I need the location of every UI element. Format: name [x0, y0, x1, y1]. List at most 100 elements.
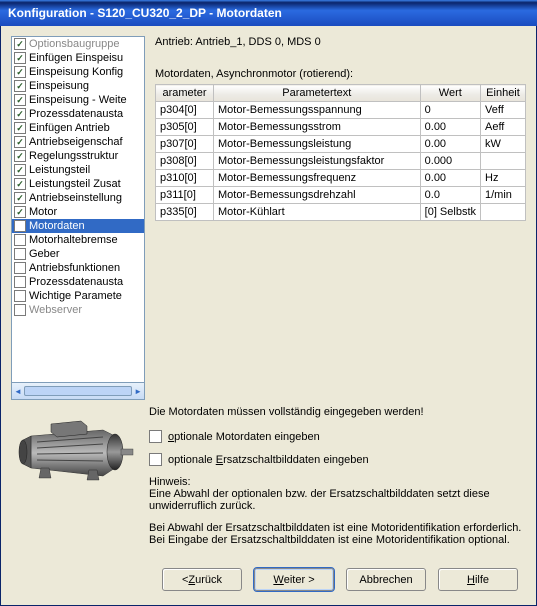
tree-item[interactable]: Regelungsstruktur — [12, 149, 144, 163]
tree-checkbox[interactable] — [14, 52, 26, 64]
optional-ersatz-checkbox[interactable] — [149, 453, 162, 466]
tree-checkbox[interactable] — [14, 234, 26, 246]
optional-motordaten-checkbox[interactable] — [149, 430, 162, 443]
config-steps-tree[interactable]: OptionsbaugruppeEinfügen EinspeisuEinspe… — [11, 36, 145, 383]
tree-checkbox[interactable] — [14, 248, 26, 260]
tree-item[interactable]: Motor — [12, 205, 144, 219]
tree-checkbox[interactable] — [14, 66, 26, 78]
hint-heading: Hinweis: — [149, 476, 526, 488]
cell-wert[interactable]: 0.000 — [420, 153, 480, 170]
config-steps-panel: OptionsbaugruppeEinfügen EinspeisuEinspe… — [11, 36, 145, 400]
tree-checkbox[interactable] — [14, 38, 26, 50]
tree-item[interactable]: Webserver — [12, 303, 144, 317]
tree-checkbox[interactable] — [14, 122, 26, 134]
tree-checkbox[interactable] — [14, 80, 26, 92]
help-button[interactable]: Hilfe — [438, 568, 518, 591]
table-row[interactable]: p310[0]Motor-Bemessungsfrequenz0.00Hz — [156, 170, 526, 187]
scroll-left-icon[interactable]: ◄ — [14, 387, 22, 396]
tree-checkbox[interactable] — [14, 206, 26, 218]
cell-wert[interactable]: 0.00 — [420, 170, 480, 187]
cell-wert[interactable]: 0.0 — [420, 187, 480, 204]
cell-einheit: kW — [481, 136, 526, 153]
cell-parametertext[interactable]: Motor-Bemessungsstrom — [214, 119, 421, 136]
table-row[interactable]: p335[0]Motor-Kühlart[0] Selbstk — [156, 204, 526, 221]
cell-parametertext[interactable]: Motor-Bemessungsfrequenz — [214, 170, 421, 187]
tree-checkbox[interactable] — [14, 94, 26, 106]
tree-item-label: Prozessdatenausta — [29, 276, 123, 288]
tree-item[interactable]: Einfügen Einspeisu — [12, 51, 144, 65]
cell-parametertext[interactable]: Motor-Bemessungsleistung — [214, 136, 421, 153]
tree-item-label: Einfügen Antrieb — [29, 122, 110, 134]
table-row[interactable]: p311[0]Motor-Bemessungsdrehzahl0.01/min — [156, 187, 526, 204]
tree-item[interactable]: Einfügen Antrieb — [12, 121, 144, 135]
tree-checkbox[interactable] — [14, 262, 26, 274]
tree-item[interactable]: Optionsbaugruppe — [12, 37, 144, 51]
optional-ersatz-row[interactable]: optionale Ersatzschaltbilddaten eingeben — [149, 453, 526, 466]
tree-item[interactable]: Antriebseigenschaf — [12, 135, 144, 149]
hint-panel: Die Motordaten müssen vollständig eingeg… — [149, 406, 526, 556]
client-area: OptionsbaugruppeEinfügen EinspeisuEinspe… — [0, 26, 537, 606]
col-header-einheit[interactable]: Einheit — [481, 85, 526, 102]
tree-item[interactable]: Wichtige Paramete — [12, 289, 144, 303]
cell-parametertext[interactable]: Motor-Bemessungsdrehzahl — [214, 187, 421, 204]
optional-motordaten-row[interactable]: optionale Motordaten eingeben — [149, 430, 526, 443]
col-header-wert[interactable]: Wert — [420, 85, 480, 102]
table-row[interactable]: p304[0]Motor-Bemessungsspannung0Veff — [156, 102, 526, 119]
next-button[interactable]: Weiter > — [254, 568, 334, 591]
cell-parameter[interactable]: p307[0] — [156, 136, 214, 153]
tree-checkbox[interactable] — [14, 304, 26, 316]
tree-item[interactable]: Prozessdatenausta — [12, 107, 144, 121]
cell-wert[interactable]: 0 — [420, 102, 480, 119]
tree-checkbox[interactable] — [14, 136, 26, 148]
table-row[interactable]: p308[0]Motor-Bemessungsleistungsfaktor0.… — [156, 153, 526, 170]
tree-item-label: Einspeisung — [29, 80, 89, 92]
cell-parameter[interactable]: p310[0] — [156, 170, 214, 187]
tree-checkbox[interactable] — [14, 108, 26, 120]
tree-item[interactable]: Antriebsfunktionen — [12, 261, 144, 275]
tree-checkbox[interactable] — [14, 290, 26, 302]
motor-data-table[interactable]: arameter Parametertext Wert Einheit p304… — [155, 84, 526, 221]
tree-item[interactable]: Prozessdatenausta — [12, 275, 144, 289]
tree-item[interactable]: Motorhaltebremse — [12, 233, 144, 247]
tree-item[interactable]: Leistungsteil Zusat — [12, 177, 144, 191]
cell-parametertext[interactable]: Motor-Bemessungsspannung — [214, 102, 421, 119]
cancel-button[interactable]: Abbrechen — [346, 568, 426, 591]
cell-parametertext[interactable]: Motor-Kühlart — [214, 204, 421, 221]
cell-wert[interactable]: 0.00 — [420, 119, 480, 136]
motor-image — [11, 406, 139, 502]
tree-item[interactable]: Einspeisung — [12, 79, 144, 93]
tree-item-label: Prozessdatenausta — [29, 108, 123, 120]
cell-wert[interactable]: 0.00 — [420, 136, 480, 153]
tree-item[interactable]: Antriebseinstellung — [12, 191, 144, 205]
cell-einheit — [481, 153, 526, 170]
cell-parameter[interactable]: p311[0] — [156, 187, 214, 204]
tree-item[interactable]: Leistungsteil — [12, 163, 144, 177]
tree-checkbox[interactable] — [14, 164, 26, 176]
col-header-parameter[interactable]: arameter — [156, 85, 214, 102]
cell-parametertext[interactable]: Motor-Bemessungsleistungsfaktor — [214, 153, 421, 170]
col-header-parametertext[interactable]: Parametertext — [214, 85, 421, 102]
tree-checkbox[interactable] — [14, 192, 26, 204]
tree-checkbox[interactable] — [14, 276, 26, 288]
scroll-right-icon[interactable]: ► — [134, 387, 142, 396]
tree-item[interactable]: Einspeisung Konfig — [12, 65, 144, 79]
tree-checkbox[interactable] — [14, 150, 26, 162]
tree-checkbox[interactable] — [14, 178, 26, 190]
scroll-thumb[interactable] — [24, 386, 132, 396]
table-row[interactable]: p305[0]Motor-Bemessungsstrom0.00Aeff — [156, 119, 526, 136]
tree-checkbox[interactable] — [14, 220, 26, 232]
cell-parameter[interactable]: p335[0] — [156, 204, 214, 221]
tree-item[interactable]: Einspeisung - Weite — [12, 93, 144, 107]
cell-parameter[interactable]: p304[0] — [156, 102, 214, 119]
table-row[interactable]: p307[0]Motor-Bemessungsleistung0.00kW — [156, 136, 526, 153]
cell-parameter[interactable]: p308[0] — [156, 153, 214, 170]
tree-item[interactable]: Motordaten — [12, 219, 144, 233]
section-label: Motordaten, Asynchronmotor (rotierend): — [155, 68, 526, 80]
tree-item[interactable]: Geber — [12, 247, 144, 261]
back-button[interactable]: < Zurück — [162, 568, 242, 591]
cell-parameter[interactable]: p305[0] — [156, 119, 214, 136]
cell-wert[interactable]: [0] Selbstk — [420, 204, 480, 221]
tree-item-label: Einfügen Einspeisu — [29, 52, 123, 64]
optional-motordaten-label: optionale Motordaten eingeben — [168, 431, 320, 443]
tree-horizontal-scrollbar[interactable]: ◄ ► — [11, 383, 145, 400]
